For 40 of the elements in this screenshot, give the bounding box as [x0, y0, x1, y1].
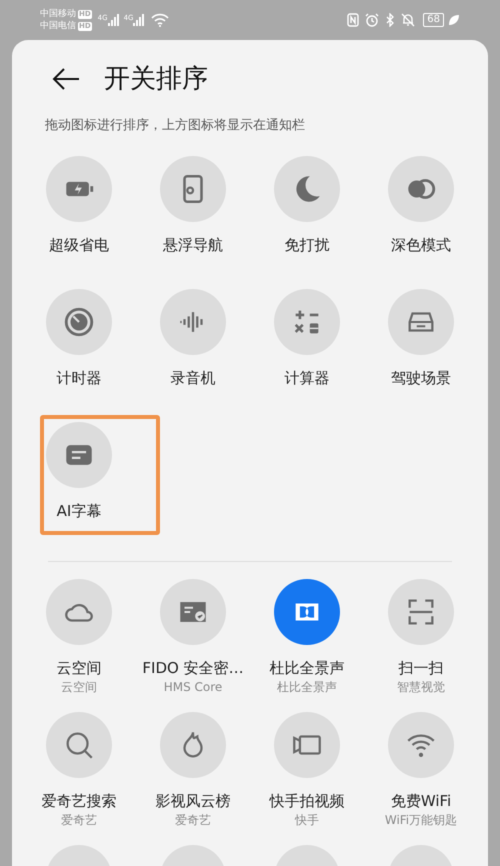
instruction-text: 拖动图标进行排序，上方图标将显示在通知栏 [44, 118, 306, 134]
wifi-icon [151, 13, 170, 27]
tile-label: 驾驶场景 [391, 369, 451, 387]
signal-icon [108, 14, 120, 26]
tile-label: 免费WiFi [390, 792, 452, 810]
provider-label: 快手 [295, 813, 319, 828]
provider-label: HMS Core [164, 680, 222, 695]
provider-label: 智慧视觉 [397, 680, 445, 695]
nfc-icon [347, 13, 360, 27]
provider-label: 爱奇艺 [61, 813, 97, 828]
battery-indicator: 68 [423, 13, 444, 27]
provider-label: 云空间 [61, 680, 97, 695]
tile-label: 录音机 [170, 369, 216, 387]
bluetooth-icon [385, 13, 396, 27]
signal-icon [133, 14, 146, 26]
tile-label: FIDO 安全密… [142, 659, 244, 677]
tile-label: 深色模式 [391, 236, 451, 254]
tile-label: 扫一扫 [398, 659, 444, 677]
tile-label: 爱奇艺搜索 [42, 792, 116, 810]
back-arrow-icon [52, 68, 80, 90]
provider-label: 爱奇艺 [175, 813, 211, 828]
carrier-name: 中国电信 [40, 20, 76, 32]
tile-label: 免打扰 [284, 236, 330, 254]
provider-label: 杜比全景声 [277, 680, 337, 695]
bell-off-icon [401, 13, 416, 27]
leaf-icon [448, 14, 460, 26]
carrier-name: 中国移动 [40, 8, 76, 20]
tile-label: 杜比全景声 [270, 659, 344, 677]
provider-label: WiFi万能钥匙 [384, 813, 458, 828]
tile-label: 影视风云榜 [156, 792, 230, 810]
page-title: 开关排序 [104, 62, 208, 96]
tile-label: 计算器 [284, 369, 330, 387]
tile-label: 云空间 [56, 659, 102, 677]
tile-label: 超级省电 [49, 236, 109, 254]
tile-label: AI字幕 [56, 502, 102, 520]
tile-label: 计时器 [56, 369, 102, 387]
tile-label: 快手拍视频 [270, 792, 344, 810]
tile-label: 悬浮导航 [163, 236, 223, 254]
timer-icon [62, 305, 96, 339]
alarm-icon [365, 13, 380, 27]
